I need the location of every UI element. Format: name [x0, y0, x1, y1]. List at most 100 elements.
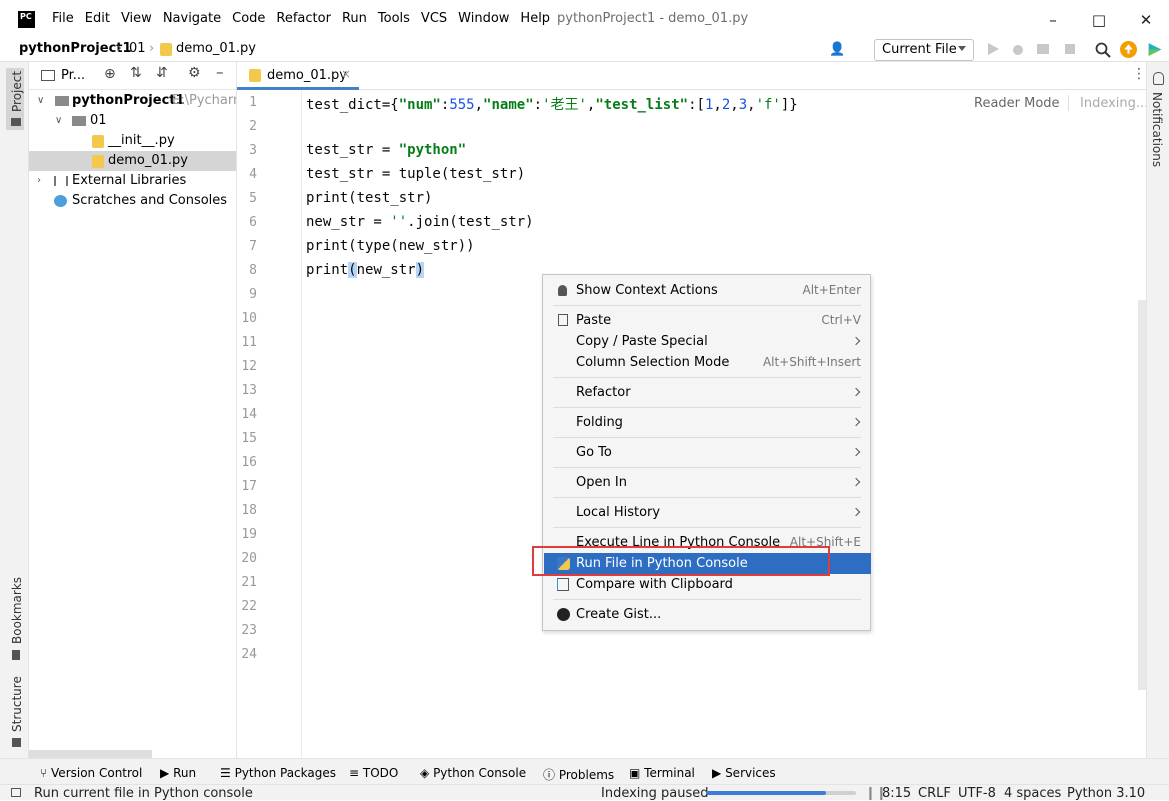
tool-version-control[interactable]: ⑂ Version Control — [40, 766, 142, 780]
highlight-annotation-box — [532, 546, 830, 576]
breadcrumb-project[interactable]: pythonProject1 — [19, 41, 132, 56]
menu-item-folding[interactable]: Folding — [544, 412, 871, 433]
menu-item-label: Open In — [576, 475, 627, 490]
project-view-title[interactable]: Pr... — [61, 68, 85, 83]
expand-all-icon[interactable]: ⇅ — [130, 65, 142, 81]
tree-item-init-py[interactable]: __init__.py — [29, 131, 236, 151]
tool-run[interactable]: ▶ Run — [160, 766, 196, 780]
line-number: 11 — [241, 335, 257, 350]
menu-edit[interactable]: Edit — [85, 11, 110, 26]
caret-position[interactable]: 8:15 — [882, 786, 911, 801]
python-file-icon — [92, 155, 104, 168]
scratches-icon — [54, 195, 67, 207]
run-config-select[interactable]: Current File — [874, 39, 974, 61]
search-icon[interactable] — [1095, 42, 1111, 58]
submenu-arrow-icon — [851, 477, 861, 487]
right-tool-stripe: Notifications — [1146, 62, 1169, 758]
menu-navigate[interactable]: Navigate — [163, 11, 221, 26]
notifications-stripe-label[interactable]: Notifications — [1150, 92, 1164, 167]
menu-tools[interactable]: Tools — [378, 11, 410, 26]
tree-item-label: External Libraries — [72, 173, 187, 188]
menu-item-copy-paste-special[interactable]: Copy / Paste Special — [544, 331, 871, 352]
line-separator[interactable]: CRLF — [918, 786, 951, 801]
menu-item-label: Paste — [576, 313, 612, 328]
minimize-button[interactable]: – — [1038, 6, 1068, 34]
file-encoding[interactable]: UTF-8 — [958, 786, 996, 801]
close-button[interactable]: ✕ — [1131, 6, 1161, 34]
indexing-progress-fill — [706, 791, 826, 795]
project-stripe-label[interactable]: Project — [10, 71, 24, 112]
menu-code[interactable]: Code — [232, 11, 265, 26]
tree-item-demo-01[interactable]: demo_01.py — [29, 151, 236, 171]
coverage-icon[interactable] — [1036, 42, 1050, 56]
hide-panel-icon[interactable]: – — [216, 63, 224, 81]
menu-refactor[interactable]: Refactor — [276, 11, 331, 26]
jetbrains-ai-icon[interactable] — [1146, 41, 1164, 58]
tree-item-folder-01[interactable]: ∨ 01 — [29, 111, 236, 131]
bookmarks-stripe-label[interactable]: Bookmarks — [10, 577, 24, 644]
bell-icon[interactable] — [1153, 72, 1164, 85]
menu-window[interactable]: Window — [458, 11, 509, 26]
debug-icon[interactable] — [1011, 42, 1025, 56]
menu-item-create-gist[interactable]: Create Gist... — [544, 604, 871, 625]
menu-vcs[interactable]: VCS — [421, 11, 447, 26]
menu-view[interactable]: View — [121, 11, 152, 26]
menu-help[interactable]: Help — [520, 11, 550, 26]
menu-item-show-context-actions[interactable]: Show Context Actions Alt+Enter — [544, 280, 871, 301]
tool-python-packages[interactable]: ☰ Python Packages — [220, 766, 336, 780]
select-opened-file-icon[interactable]: ⊕ — [104, 66, 116, 82]
tree-item-scratches[interactable]: Scratches and Consoles — [29, 191, 236, 211]
menu-separator — [553, 527, 861, 528]
problems-icon: ⓘ — [543, 768, 556, 782]
services-icon: ▶ — [712, 766, 722, 780]
line-number: 12 — [241, 359, 257, 374]
submenu-arrow-icon — [851, 417, 861, 427]
tool-problems[interactable]: ⓘ Problems — [543, 766, 614, 783]
indent-setting[interactable]: 4 spaces — [1004, 786, 1061, 801]
panel-toggle-icon[interactable] — [11, 788, 21, 797]
indexing-status[interactable]: Indexing paused — [601, 786, 709, 801]
line-number: 13 — [241, 383, 257, 398]
menu-item-refactor[interactable]: Refactor — [544, 382, 871, 403]
menu-item-open-in[interactable]: Open In — [544, 472, 871, 493]
tool-terminal[interactable]: ▣ Terminal — [629, 766, 695, 780]
tab-demo-01[interactable]: demo_01.py × — [237, 62, 359, 90]
horizontal-scrollbar[interactable] — [29, 750, 152, 758]
tree-item-label: demo_01.py — [108, 153, 188, 168]
update-icon[interactable] — [1120, 41, 1137, 58]
tree-item-label: Scratches and Consoles — [72, 193, 228, 208]
tool-todo[interactable]: ≡ TODO — [349, 766, 398, 780]
maximize-button[interactable]: □ — [1084, 6, 1114, 34]
status-message: Run current file in Python console — [34, 786, 253, 801]
tree-item-project-root[interactable]: ∨ pythonProject1 E:\Pycharm — [29, 91, 236, 111]
python-interpreter[interactable]: Python 3.10 — [1067, 786, 1145, 801]
close-tab-icon[interactable]: × — [341, 67, 351, 81]
reader-mode-button[interactable]: Reader Mode — [974, 96, 1060, 111]
line-number: 21 — [241, 575, 257, 590]
menu-separator — [553, 407, 861, 408]
more-options-icon[interactable]: ⋮ — [1132, 66, 1146, 82]
menu-file[interactable]: File — [52, 11, 74, 26]
user-icon[interactable]: 👤 — [829, 42, 849, 57]
run-icon[interactable] — [986, 42, 1000, 56]
breadcrumb-folder[interactable]: 01 — [129, 41, 146, 56]
menu-run[interactable]: Run — [342, 11, 367, 26]
line-number: 22 — [241, 599, 257, 614]
menu-item-paste[interactable]: Paste Ctrl+V — [544, 310, 871, 331]
structure-stripe-label[interactable]: Structure — [10, 676, 24, 732]
menu-item-compare-with-clipboard[interactable]: Compare with Clipboard — [544, 574, 871, 595]
tree-item-external-libraries[interactable]: › External Libraries — [29, 171, 236, 191]
line-number: 20 — [241, 551, 257, 566]
collapse-all-icon[interactable]: ⇵ — [156, 65, 168, 81]
menu-item-column-selection-mode[interactable]: Column Selection Mode Alt+Shift+Insert — [544, 352, 871, 373]
tool-python-console[interactable]: ◈ Python Console — [420, 766, 526, 780]
breadcrumb-file[interactable]: demo_01.py — [176, 41, 256, 56]
menu-item-local-history[interactable]: Local History — [544, 502, 871, 523]
editor-vertical-scrollbar[interactable] — [1138, 300, 1146, 690]
run-icon: ▶ — [160, 766, 170, 780]
gear-icon[interactable]: ⚙ — [188, 65, 201, 81]
stop-icon[interactable] — [1063, 42, 1077, 56]
tool-services[interactable]: ▶ Services — [712, 766, 776, 780]
menu-item-go-to[interactable]: Go To — [544, 442, 871, 463]
line-number: 14 — [241, 407, 257, 422]
